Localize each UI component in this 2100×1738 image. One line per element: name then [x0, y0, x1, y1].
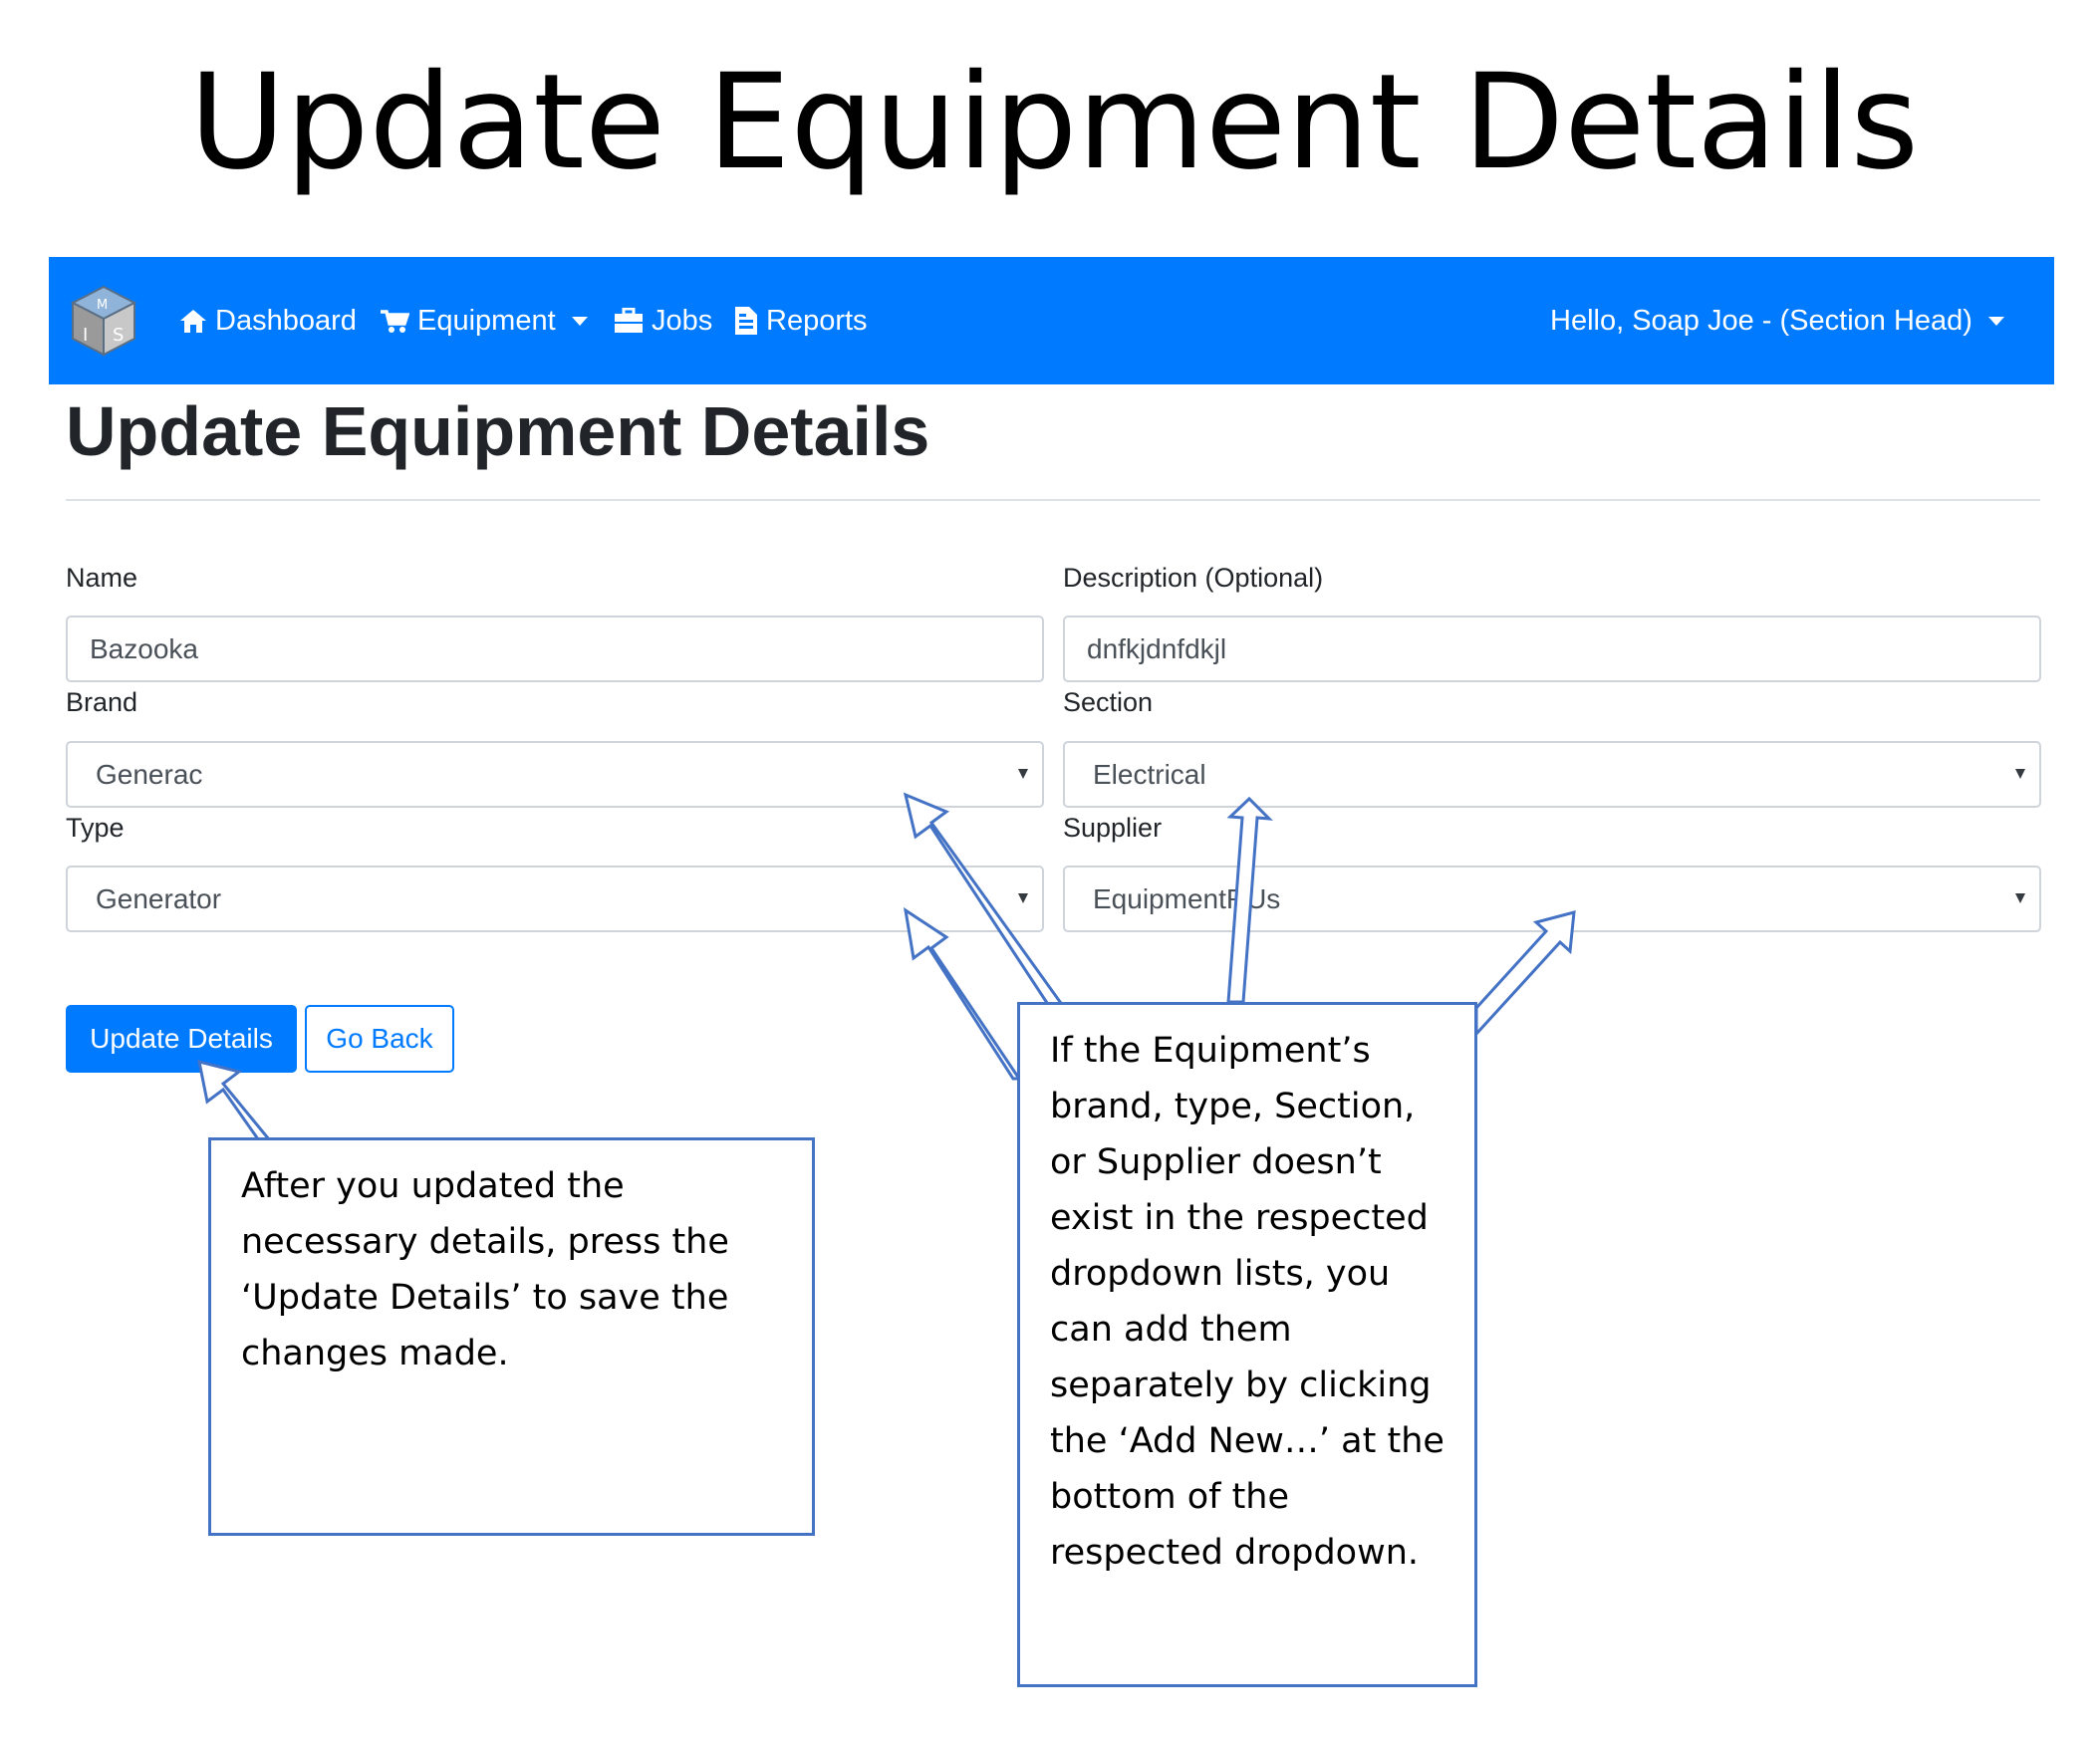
arrow-to-update-button — [197, 1059, 272, 1145]
arrow-to-section-select — [1226, 796, 1273, 1004]
callout-update-note: After you updated the necessary details,… — [208, 1137, 815, 1536]
callout-dropdown-note: If the Equipment’s brand, type, Section,… — [1017, 1002, 1477, 1687]
arrow-to-brand-select — [903, 792, 1066, 1008]
arrow-to-supplier-select — [1474, 909, 1576, 1038]
